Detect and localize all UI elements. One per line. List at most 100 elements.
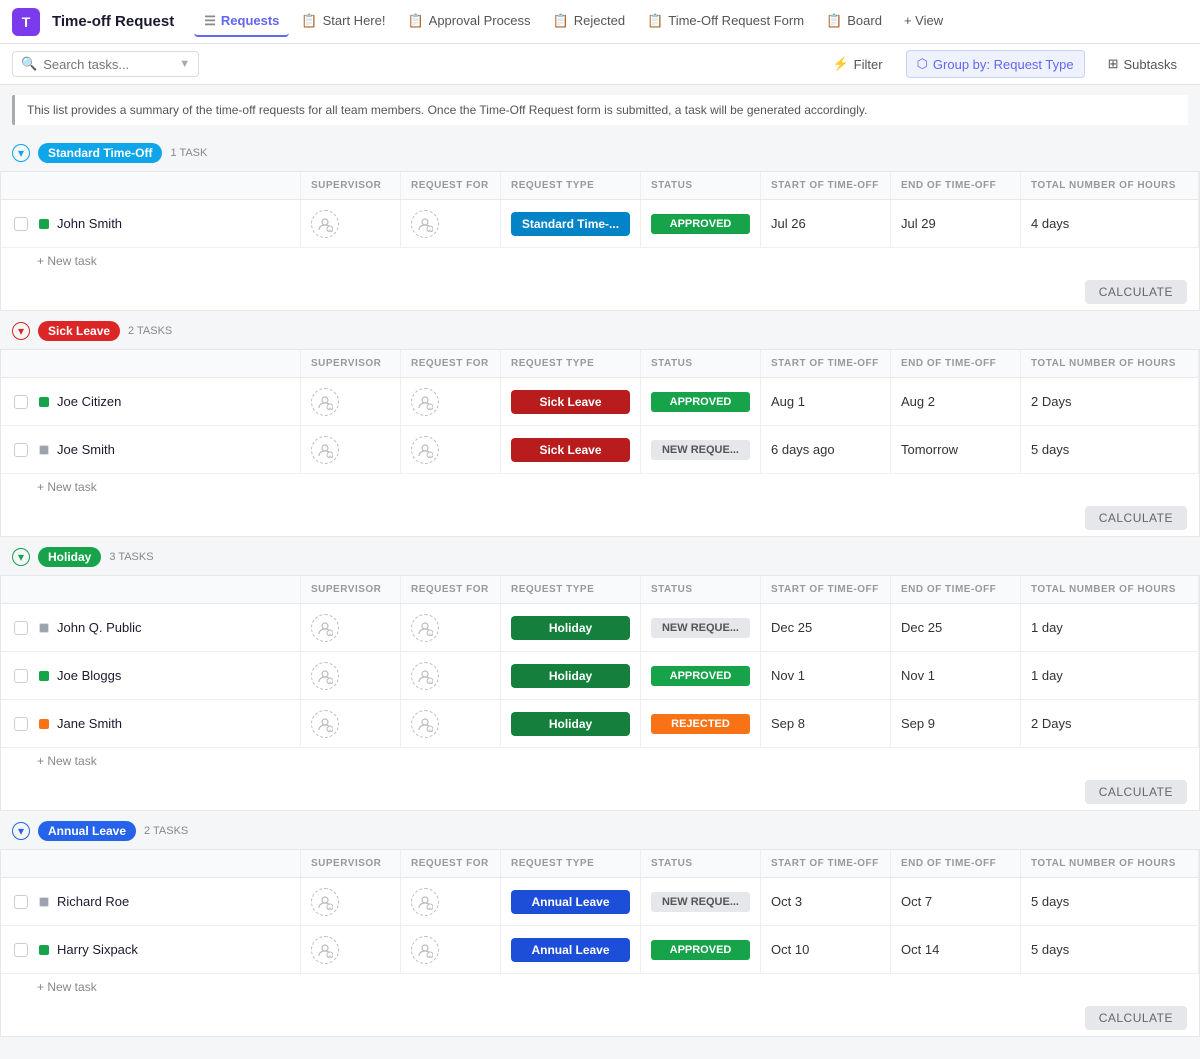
row-checkbox-2-2[interactable]	[14, 717, 28, 731]
group-label-annual: Annual Leave 2 TASKS	[38, 821, 188, 841]
col-end: END OF TIME-OFF	[891, 172, 1021, 199]
search-input[interactable]	[43, 57, 173, 72]
edit-icon[interactable]: ✎	[176, 893, 190, 911]
tag-icon[interactable]: 🏷	[165, 619, 184, 637]
table-row: Joe Bloggs ⑆ 🏷 ✎ + + Holiday	[1, 652, 1199, 700]
svg-text:+: +	[428, 228, 432, 232]
edit-icon[interactable]: ✎	[168, 715, 182, 733]
request-type-badge-1-0: Sick Leave	[511, 390, 630, 414]
supervisor-avatar-0-0[interactable]: +	[311, 210, 339, 238]
tab-start-here[interactable]: 📋 Start Here!	[291, 7, 395, 37]
col-request-for: REQUEST FOR	[401, 576, 501, 603]
cell-status-1-1: NEW REQUE...	[641, 426, 761, 473]
row-name-2-2: Jane Smith	[57, 716, 122, 731]
tab-requests[interactable]: ☰ Requests	[194, 7, 289, 37]
supervisor-avatar-2-2[interactable]: +	[311, 710, 339, 738]
svg-text:+: +	[328, 728, 332, 732]
table-header-standard: SUPERVISOR REQUEST FOR REQUEST TYPE STAT…	[1, 172, 1199, 200]
calculate-button-annual[interactable]: CALCULATE	[1085, 1006, 1187, 1030]
tag-icon[interactable]: 🏷	[152, 893, 171, 911]
col-supervisor: SUPERVISOR	[301, 172, 401, 199]
new-task-holiday[interactable]: + New task	[1, 748, 1199, 774]
cell-type-1-1: Sick Leave	[501, 426, 641, 473]
branch-icon[interactable]: ⑆	[129, 393, 140, 411]
tab-board[interactable]: 📋 Board	[816, 7, 892, 37]
edit-icon[interactable]: ✎	[168, 393, 182, 411]
tag-icon[interactable]: 🏷	[145, 215, 164, 233]
supervisor-avatar-1-0[interactable]: +	[311, 388, 339, 416]
tab-rejected[interactable]: 📋 Rejected	[543, 7, 636, 37]
add-view-button[interactable]: + View	[894, 7, 953, 36]
tag-icon[interactable]: 🏷	[161, 941, 180, 959]
branch-icon[interactable]: ⑆	[123, 441, 134, 459]
row-checkbox-2-0[interactable]	[14, 621, 28, 635]
filter-button[interactable]: ⚡ Filter	[821, 50, 893, 78]
cell-type-3-1: Annual Leave	[501, 926, 641, 973]
new-task-annual[interactable]: + New task	[1, 974, 1199, 1000]
row-checkbox-2-1[interactable]	[14, 669, 28, 683]
search-box[interactable]: 🔍 ▼	[12, 51, 199, 77]
calculate-button-standard[interactable]: CALCULATE	[1085, 280, 1187, 304]
request-for-avatar-3-0[interactable]: +	[411, 888, 439, 916]
cell-name-2-0: John Q. Public ⑆ 🏷 ✎	[1, 604, 301, 651]
supervisor-avatar-3-0[interactable]: +	[311, 888, 339, 916]
group-by-button[interactable]: ⬡ Group by: Request Type	[906, 50, 1085, 78]
edit-icon[interactable]: ✎	[184, 941, 198, 959]
edit-icon[interactable]: ✎	[168, 667, 182, 685]
edit-icon[interactable]: ✎	[188, 619, 202, 637]
group-toggle-holiday[interactable]: ▾	[12, 548, 30, 566]
row-checkbox-3-1[interactable]	[14, 943, 28, 957]
group-badge-holiday: Holiday	[38, 547, 101, 567]
branch-icon[interactable]: ⑆	[150, 619, 161, 637]
branch-icon[interactable]: ⑆	[146, 941, 157, 959]
request-for-avatar-0-0[interactable]: +	[411, 210, 439, 238]
row-checkbox-1-1[interactable]	[14, 443, 28, 457]
edit-icon[interactable]: ✎	[161, 441, 175, 459]
row-checkbox-1-0[interactable]	[14, 395, 28, 409]
calculate-button-holiday[interactable]: CALCULATE	[1085, 780, 1187, 804]
cell-hours-2-2: 2 Days	[1021, 700, 1199, 747]
group-count-annual: 2 TASKS	[144, 825, 188, 837]
app-title: Time-off Request	[52, 13, 174, 30]
edit-icon[interactable]: ✎	[168, 215, 182, 233]
request-for-avatar-1-0[interactable]: +	[411, 388, 439, 416]
group-toggle-sick[interactable]: ▾	[12, 322, 30, 340]
group-toggle-standard[interactable]: ▾	[12, 144, 30, 162]
tag-icon[interactable]: 🏷	[145, 667, 164, 685]
branch-icon[interactable]: ⑆	[137, 893, 148, 911]
new-task-standard[interactable]: + New task	[1, 248, 1199, 274]
form-icon: 📋	[647, 13, 663, 29]
subtasks-button[interactable]: ⊞ Subtasks	[1097, 50, 1188, 78]
supervisor-avatar-3-1[interactable]: +	[311, 936, 339, 964]
row-checkbox-3-0[interactable]	[14, 895, 28, 909]
supervisor-avatar-2-1[interactable]: +	[311, 662, 339, 690]
request-for-avatar-2-1[interactable]: +	[411, 662, 439, 690]
cell-type-0-0: Standard Time-...	[501, 200, 641, 247]
group-holiday: ▾ Holiday 3 TASKS SUPERVISOR REQUEST FOR…	[0, 539, 1200, 811]
request-for-avatar-2-2[interactable]: +	[411, 710, 439, 738]
search-dropdown-icon[interactable]: ▼	[179, 58, 190, 70]
new-task-sick[interactable]: + New task	[1, 474, 1199, 500]
cell-supervisor-0-0: +	[301, 200, 401, 247]
calculate-button-sick[interactable]: CALCULATE	[1085, 506, 1187, 530]
row-checkbox-0-0[interactable]	[14, 217, 28, 231]
branch-icon[interactable]: ⑆	[130, 215, 141, 233]
group-toggle-annual[interactable]: ▾	[12, 822, 30, 840]
request-for-avatar-2-0[interactable]: +	[411, 614, 439, 642]
branch-icon[interactable]: ⑆	[130, 715, 141, 733]
tag-icon[interactable]: 🏷	[138, 441, 157, 459]
cell-request-for-2-0: +	[401, 604, 501, 651]
status-badge-2-2: REJECTED	[651, 714, 750, 734]
tag-icon[interactable]: 🏷	[145, 715, 164, 733]
tag-icon[interactable]: 🏷	[145, 393, 164, 411]
tab-approval[interactable]: 📋 Approval Process	[397, 7, 540, 37]
request-for-avatar-3-1[interactable]: +	[411, 936, 439, 964]
filter-icon: ⚡	[832, 56, 848, 72]
supervisor-avatar-2-0[interactable]: +	[311, 614, 339, 642]
cell-start-2-1: Nov 1	[761, 652, 891, 699]
supervisor-avatar-1-1[interactable]: +	[311, 436, 339, 464]
svg-text:+: +	[428, 906, 432, 910]
branch-icon[interactable]: ⑆	[129, 667, 140, 685]
request-for-avatar-1-1[interactable]: +	[411, 436, 439, 464]
tab-timeoff-form[interactable]: 📋 Time-Off Request Form	[637, 7, 814, 37]
